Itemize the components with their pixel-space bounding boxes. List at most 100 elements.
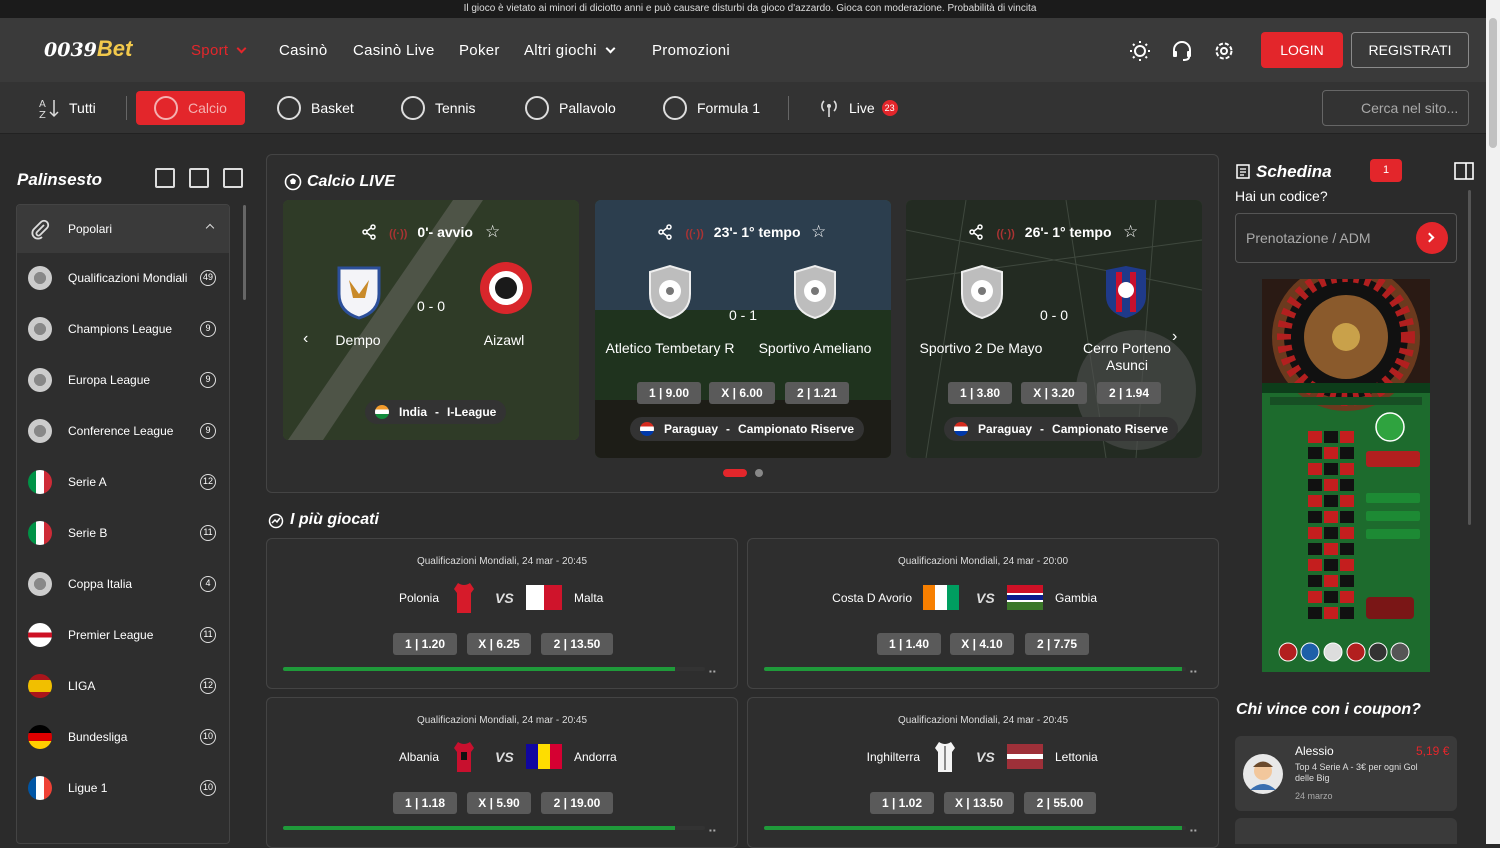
live-match-card[interactable]: ((·)) 0'- avvio ☆ 0 - 0 ‹ Dempo Aizawl In… (283, 200, 579, 440)
nav-poker[interactable]: Poker (459, 42, 500, 59)
sidebar-league-item[interactable]: Qualificazioni Mondiali 49 (17, 253, 229, 304)
shirt-poland-icon (454, 583, 474, 613)
sport-pallavolo[interactable]: Pallavolo (525, 82, 616, 134)
sidebar-league-item[interactable]: Conference League 9 (17, 406, 229, 457)
nav-altri-giochi[interactable]: Altri giochi (524, 42, 616, 59)
league-count-badge: 11 (200, 525, 216, 541)
odds-button-x[interactable]: X | 5.90 (467, 792, 531, 814)
odds-button-2[interactable]: 2 | 13.50 (541, 633, 613, 655)
live-signal-icon: ((·)) (685, 228, 704, 240)
carousel-dot[interactable] (755, 469, 763, 477)
live-section: Calcio LIVE ((·)) 0'- avvio ☆ 0 - 0 ‹ Dem… (266, 154, 1219, 493)
winner-coupon-desc: Top 4 Serie A - 3€ per ogni Gol delle Bi… (1295, 762, 1418, 783)
flag-malta-icon (526, 585, 562, 610)
sport-formula1[interactable]: Formula 1 (663, 82, 760, 134)
league-flag-icon (28, 419, 52, 443)
booking-code-input[interactable]: Prenotazione / ADM (1235, 213, 1457, 263)
favorite-star-icon[interactable]: ☆ (1123, 222, 1138, 242)
nav-sport[interactable]: Sport (191, 42, 247, 59)
match-card[interactable]: Qualificazioni Mondiali, 24 mar - 20:00 … (747, 538, 1219, 689)
match-score: 0 - 0 (416, 298, 445, 314)
league-count-badge: 9 (200, 423, 216, 439)
submit-code-button[interactable] (1416, 222, 1448, 254)
odds-button-2[interactable]: 2 | 7.75 (1025, 633, 1089, 655)
settings-gear-icon[interactable] (1213, 40, 1235, 62)
match-time: ((·)) 0'- avvio (389, 224, 473, 240)
live-signal-icon: ((·)) (996, 228, 1015, 240)
popular-title: I più giocati (290, 511, 379, 528)
sidebar-scrollbar[interactable] (243, 205, 246, 300)
match-card[interactable]: Qualificazioni Mondiali, 24 mar - 20:45 … (266, 697, 738, 848)
page-scrollbar[interactable] (1486, 0, 1500, 844)
login-button[interactable]: LOGIN (1261, 32, 1343, 68)
nav-casino[interactable]: Casinò (279, 42, 328, 59)
theme-sun-icon[interactable] (1129, 40, 1151, 62)
nav-promozioni[interactable]: Promozioni (652, 42, 730, 59)
winner-avatar (1243, 754, 1283, 794)
favorite-star-icon[interactable]: ☆ (811, 222, 826, 242)
sidebar-league-item[interactable]: Coppa Italia 4 (17, 559, 229, 610)
roulette-promo-banner[interactable] (1262, 279, 1430, 672)
match-progress-bar (764, 667, 1186, 671)
sport-basket[interactable]: Basket (277, 82, 354, 134)
sidebar-league-item[interactable]: Premier League 11 (17, 610, 229, 661)
sport-tennis[interactable]: Tennis (401, 82, 475, 134)
support-headset-icon[interactable] (1171, 40, 1193, 62)
search-input[interactable]: Cerca nel sito... (1322, 90, 1469, 126)
odds-button-x[interactable]: X | 4.10 (950, 633, 1014, 655)
sport-calcio[interactable]: Calcio (136, 91, 245, 125)
collapse-panel-icon[interactable] (1454, 162, 1474, 180)
odds-button-2[interactable]: 2 | 1.94 (1097, 382, 1161, 404)
carousel-next-icon[interactable]: › (1172, 328, 1177, 346)
register-button[interactable]: REGISTRATI (1351, 32, 1469, 68)
home-team-name: Costa D Avorio (832, 591, 912, 605)
odds-button-1[interactable]: 1 | 3.80 (948, 382, 1012, 404)
chevron-down-icon (236, 43, 247, 54)
sidebar-league-item[interactable]: LIGA 12 (17, 661, 229, 712)
odds-button-1[interactable]: 1 | 9.00 (637, 382, 701, 404)
odds-button-x[interactable]: X | 3.20 (1021, 382, 1087, 404)
league-count-badge: 9 (200, 321, 216, 337)
odds-button-2[interactable]: 2 | 1.21 (785, 382, 849, 404)
sidebar-league-item[interactable]: Serie A 12 (17, 457, 229, 508)
sport-live[interactable]: Live 23 (818, 82, 898, 134)
progress-dots: ▪▪ (709, 667, 717, 676)
right-panel-scrollbar[interactable] (1468, 190, 1471, 525)
svg-text:Z: Z (39, 110, 46, 119)
sidebar-league-item[interactable]: Europa League 9 (17, 355, 229, 406)
odds-button-2[interactable]: 2 | 55.00 (1024, 792, 1096, 814)
roulette-illustration (1262, 279, 1430, 662)
sidebar-league-item[interactable]: Ligue 1 10 (17, 763, 229, 814)
match-card[interactable]: Qualificazioni Mondiali, 24 mar - 20:45 … (266, 538, 738, 689)
league-count-badge: 4 (200, 576, 216, 592)
winner-amount: 5,19 € (1416, 744, 1450, 758)
page-scrollbar-thumb[interactable] (1489, 18, 1497, 148)
odds-button-1[interactable]: 1 | 1.18 (393, 792, 457, 814)
odds-button-1[interactable]: 1 | 1.40 (877, 633, 941, 655)
live-match-card[interactable]: ((·)) 26'- 1° tempo ☆ 0 - 0 Sportivo 2 De… (906, 200, 1202, 458)
sidebar-league-item[interactable]: Bundesliga 10 (17, 712, 229, 763)
match-card[interactable]: Qualificazioni Mondiali, 24 mar - 20:45 … (747, 697, 1219, 848)
odds-button-x[interactable]: X | 13.50 (944, 792, 1014, 814)
progress-dots: ▪▪ (1190, 826, 1198, 835)
trending-icon (268, 513, 284, 529)
layout-panel-icon[interactable] (189, 168, 209, 188)
print-icon[interactable] (155, 168, 175, 188)
sidebar-popolari-header[interactable]: Popolari (17, 205, 229, 253)
calendar-icon[interactable] (223, 168, 243, 188)
odds-button-x[interactable]: X | 6.25 (467, 633, 531, 655)
carousel-dot-active[interactable] (723, 469, 747, 477)
favorite-star-icon[interactable]: ☆ (485, 222, 500, 242)
sidebar-league-item[interactable]: Champions League 9 (17, 304, 229, 355)
odds-button-x[interactable]: X | 6.00 (709, 382, 775, 404)
odds-button-2[interactable]: 2 | 19.00 (541, 792, 613, 814)
chevron-right-icon (1424, 232, 1435, 243)
nav-casino-live[interactable]: Casinò Live (353, 42, 435, 59)
league-flag-icon (28, 725, 52, 749)
sidebar-league-item[interactable]: Serie B 11 (17, 508, 229, 559)
odds-button-1[interactable]: 1 | 1.02 (870, 792, 934, 814)
odds-button-1[interactable]: 1 | 1.20 (393, 633, 457, 655)
sport-tutti[interactable]: A Z Tutti (38, 82, 96, 134)
logo[interactable]: 0039Bet (44, 36, 132, 62)
live-match-card[interactable]: ((·)) 23'- 1° tempo ☆ 0 - 1 Atletico Temb… (595, 200, 891, 458)
